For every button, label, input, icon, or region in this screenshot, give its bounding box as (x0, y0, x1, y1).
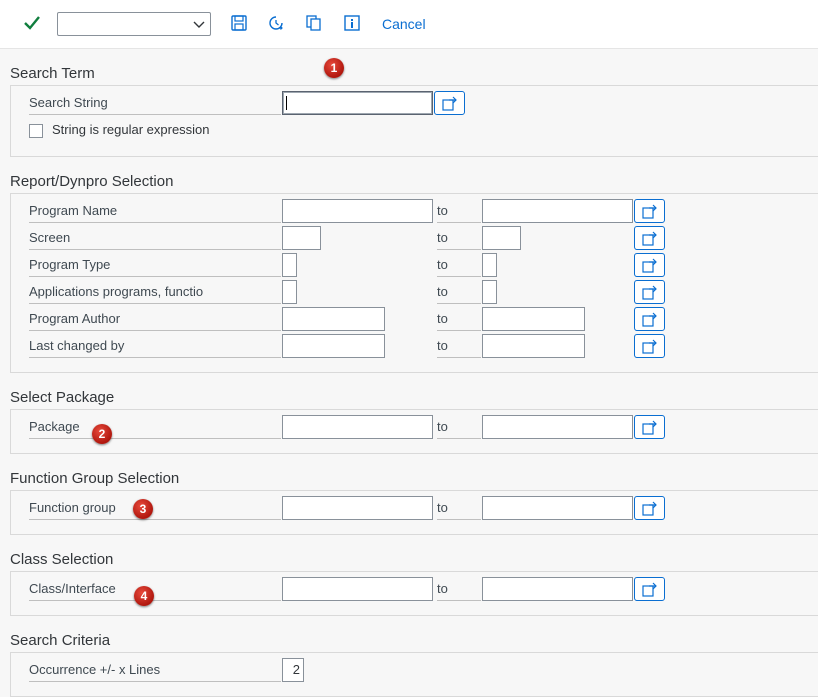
report-row-1-to-input[interactable] (482, 226, 521, 250)
report-row-1-label: Screen (29, 228, 281, 250)
function-group-multiselect-button[interactable] (634, 496, 665, 520)
report-row-4-to-label: to (437, 309, 481, 331)
function-group-label: Function group (29, 498, 281, 520)
report-row-0-to-input[interactable] (482, 199, 633, 223)
report-row-3-multiselect-button[interactable] (634, 280, 665, 304)
report-row-1-to-label: to (437, 228, 481, 250)
chevron-down-icon (193, 21, 205, 28)
report-row-2-label: Program Type (29, 255, 281, 277)
report-row-0-from-input[interactable] (282, 199, 433, 223)
package-selection-title: Select Package (10, 389, 115, 406)
report-row-4-label: Program Author (29, 309, 281, 331)
annotation-badge-2: 2 (92, 424, 112, 444)
report-row-5-to-input[interactable] (482, 334, 585, 358)
multiple-selection-icon (642, 501, 657, 516)
toolbar: Cancel (0, 0, 818, 49)
function-group-to-label: to (437, 498, 481, 520)
report-row-0-label: Program Name (29, 201, 281, 223)
multiple-selection-icon (642, 420, 657, 435)
save-icon[interactable] (230, 14, 248, 32)
regex-checkbox[interactable] (29, 124, 43, 138)
report-row-5-multiselect-button[interactable] (634, 334, 665, 358)
class-to-label: to (437, 579, 481, 601)
report-row-2-to-input[interactable] (482, 253, 497, 277)
report-row-5-to-label: to (437, 336, 481, 358)
report-row-5-label: Last changed by (29, 336, 281, 358)
cancel-button[interactable]: Cancel (382, 16, 426, 32)
class-selection-title: Class Selection (10, 551, 114, 568)
occurrence-lines-input[interactable]: 2 (282, 658, 304, 682)
class-to-input[interactable] (482, 577, 633, 601)
report-row-3-to-label: to (437, 282, 481, 304)
report-row-0-multiselect-button[interactable] (634, 199, 665, 223)
annotation-badge-4: 4 (134, 586, 154, 606)
class-multiselect-button[interactable] (634, 577, 665, 601)
search-criteria-title: Search Criteria (10, 632, 111, 649)
package-label: Package (29, 417, 281, 439)
search-term-title: Search Term (10, 65, 95, 82)
multiple-selection-icon (642, 339, 657, 354)
copy-icon[interactable] (305, 14, 323, 32)
function-group-from-input[interactable] (282, 496, 433, 520)
package-to-label: to (437, 417, 481, 439)
report-row-1-from-input[interactable] (282, 226, 321, 250)
report-row-0-to-label: to (437, 201, 481, 223)
report-row-4-from-input[interactable] (282, 307, 385, 331)
report-row-2-multiselect-button[interactable] (634, 253, 665, 277)
package-from-input[interactable] (282, 415, 433, 439)
report-row-3-to-input[interactable] (482, 280, 497, 304)
report-row-1-multiselect-button[interactable] (634, 226, 665, 250)
multiple-selection-icon (642, 582, 657, 597)
report-selection-title: Report/Dynpro Selection (10, 173, 174, 190)
clock-variant-icon[interactable] (267, 14, 285, 32)
multiple-selection-icon (642, 204, 657, 219)
text-cursor (286, 96, 287, 110)
report-row-3-from-input[interactable] (282, 280, 297, 304)
search-string-input[interactable] (282, 91, 433, 115)
info-icon[interactable] (343, 14, 361, 32)
report-row-2-to-label: to (437, 255, 481, 277)
annotation-badge-3: 3 (133, 499, 153, 519)
variant-select[interactable] (57, 12, 211, 36)
report-row-5-from-input[interactable] (282, 334, 385, 358)
search-string-label: Search String (29, 93, 281, 115)
annotation-badge-1: 1 (324, 58, 344, 78)
report-row-2-from-input[interactable] (282, 253, 297, 277)
multiple-selection-icon (642, 312, 657, 327)
function-group-to-input[interactable] (482, 496, 633, 520)
report-row-4-multiselect-button[interactable] (634, 307, 665, 331)
package-to-input[interactable] (482, 415, 633, 439)
function-group-selection-title: Function Group Selection (10, 470, 180, 487)
report-row-4-to-input[interactable] (482, 307, 585, 331)
report-row-3-label: Applications programs, functio (29, 282, 281, 304)
class-from-input[interactable] (282, 577, 433, 601)
multiple-selection-icon (642, 258, 657, 273)
search-string-multiselect-button[interactable] (434, 91, 465, 115)
multiple-selection-icon (642, 285, 657, 300)
multiple-selection-icon (442, 96, 457, 111)
occurrence-lines-label: Occurrence +/- x Lines (29, 660, 281, 682)
package-multiselect-button[interactable] (634, 415, 665, 439)
class-interface-label: Class/Interface (29, 579, 281, 601)
checkmark-icon[interactable] (22, 13, 42, 33)
multiple-selection-icon (642, 231, 657, 246)
regex-checkbox-label: String is regular expression (52, 122, 210, 137)
